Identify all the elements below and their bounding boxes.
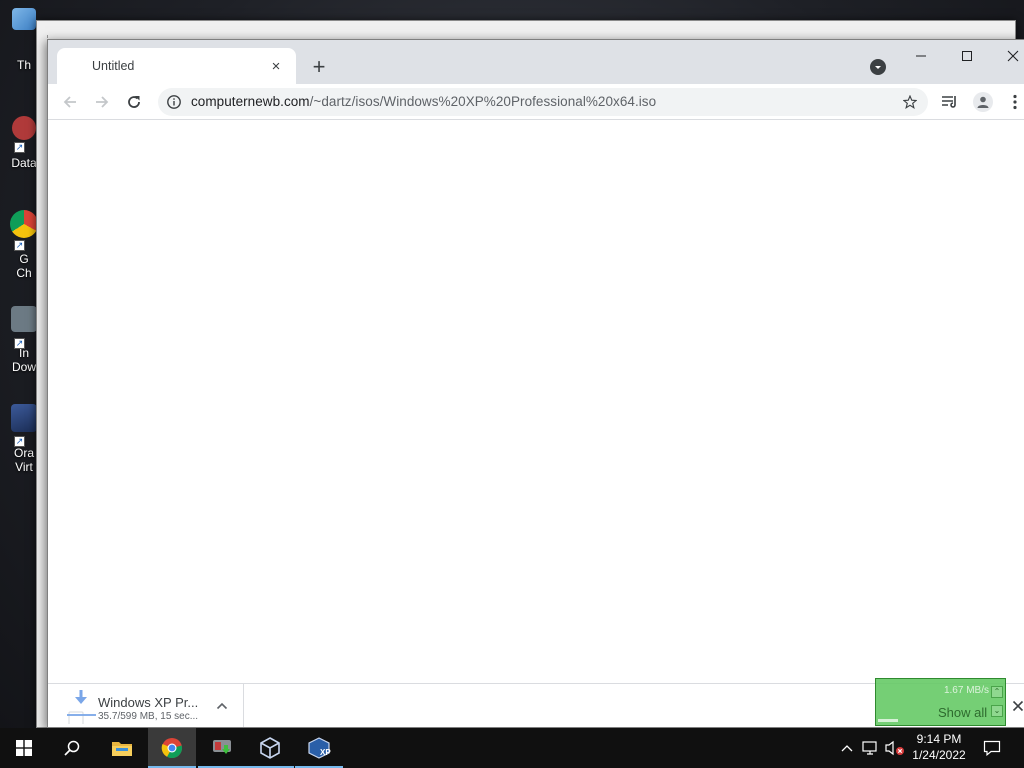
more-vertical-icon — [1013, 94, 1017, 110]
tab-close-button[interactable]: × — [266, 56, 286, 76]
recycle-bin-icon — [12, 8, 36, 30]
shortcut-arrow-icon: ↗ — [14, 240, 25, 251]
browser-toolbar: computernewb.com/~dartz/isos/Windows%20X… — [48, 84, 1024, 120]
download-status: 35.7/599 MB, 15 sec... — [98, 711, 199, 722]
internet-download-manager-icon — [213, 740, 231, 754]
tab-untitled[interactable]: Untitled × — [57, 48, 296, 84]
action-center-button[interactable] — [978, 728, 1006, 768]
taskbar-chrome[interactable] — [148, 728, 196, 768]
google-chrome-icon — [161, 738, 183, 759]
person-icon — [977, 96, 989, 108]
search-icon — [64, 740, 80, 756]
internet-download-manager-icon — [11, 306, 37, 332]
shortcut-arrow-icon: ↗ — [14, 142, 25, 153]
profile-button[interactable] — [969, 88, 997, 116]
tab-search-button[interactable] — [870, 59, 886, 75]
shortcut-arrow-icon: ↗ — [14, 338, 25, 349]
url-text: computernewb.com/~dartz/isos/Windows%20X… — [191, 94, 656, 109]
minimize-button[interactable] — [898, 40, 944, 72]
taskbar-virtualbox[interactable] — [246, 728, 294, 768]
reading-list-icon — [942, 96, 956, 108]
taskbar: XP 9:14 PM 1/24/2022 — [0, 728, 1024, 768]
widget-arrow-icon[interactable]: ⌄ — [991, 705, 1003, 717]
close-icon — [1012, 700, 1024, 712]
address-bar[interactable]: computernewb.com/~dartz/isos/Windows%20X… — [158, 88, 928, 116]
taskbar-internet-download-manager[interactable] — [198, 728, 246, 768]
avatar — [973, 92, 993, 112]
taskbar-windows-xp-vm[interactable]: XP — [295, 728, 343, 768]
arrow-right-icon — [96, 96, 109, 108]
oracle-virtualbox-icon — [260, 737, 280, 759]
tab-strip: Untitled × + — [48, 40, 1024, 84]
reading-list-button[interactable] — [936, 88, 964, 116]
download-progress-icon — [66, 690, 99, 727]
maximize-button[interactable] — [944, 40, 990, 72]
search-button[interactable] — [48, 728, 96, 768]
clock-time: 9:14 PM — [916, 732, 962, 746]
notification-icon — [983, 740, 1001, 756]
download-item[interactable]: Windows XP Pr... 35.7/599 MB, 15 sec... — [48, 684, 244, 727]
page-content[interactable] — [48, 121, 1024, 683]
download-speed: 1.67 MB/s — [943, 685, 989, 696]
url-host: computernewb.com — [191, 94, 310, 109]
taskbar-file-explorer[interactable] — [98, 728, 146, 768]
show-hidden-icons-button[interactable] — [838, 728, 856, 768]
chevron-down-icon — [875, 66, 881, 69]
oracle-virtualbox-icon — [11, 404, 37, 432]
chevron-up-icon — [841, 745, 853, 752]
clock-date: 1/24/2022 — [912, 748, 966, 762]
volume-button[interactable] — [884, 728, 906, 768]
browser-menu-button[interactable] — [1001, 88, 1024, 116]
chevron-up-icon — [216, 702, 228, 710]
back-button[interactable] — [56, 88, 84, 116]
widget-progress-bar — [878, 719, 898, 722]
bookmark-star-icon[interactable] — [903, 95, 917, 109]
network-status-button[interactable] — [860, 728, 882, 768]
close-window-button[interactable] — [990, 40, 1024, 72]
close-download-shelf-button[interactable] — [1010, 698, 1024, 714]
volume-muted-icon — [885, 740, 904, 756]
minimize-icon — [916, 55, 926, 57]
forward-button[interactable] — [88, 88, 116, 116]
tab-title: Untitled — [92, 59, 135, 73]
close-icon — [1007, 50, 1019, 62]
new-tab-button[interactable]: + — [307, 54, 331, 79]
show-all-downloads-link[interactable]: Show all — [938, 705, 987, 720]
download-options-button[interactable] — [214, 698, 230, 714]
widget-arrow-icon[interactable]: ⌃ — [991, 686, 1003, 698]
download-filename: Windows XP Pr... — [98, 695, 199, 710]
url-path: /~dartz/isos/Windows%20XP%20Professional… — [309, 94, 657, 109]
google-chrome-icon — [10, 210, 38, 238]
browser-window: Untitled × + computernewb.com/~dartz/iso… — [47, 39, 1024, 728]
windows-xp-vm-icon: XP — [308, 737, 331, 759]
file-icon — [68, 711, 84, 727]
windows-logo-icon — [16, 740, 32, 756]
network-icon — [862, 741, 877, 755]
reload-icon — [128, 96, 140, 108]
database-app-icon — [12, 116, 36, 140]
reload-button[interactable] — [120, 88, 148, 116]
shortcut-arrow-icon: ↗ — [14, 436, 25, 447]
info-icon[interactable] — [166, 94, 182, 110]
folder-icon — [112, 742, 132, 756]
maximize-icon — [962, 51, 972, 61]
system-clock[interactable]: 9:14 PM 1/24/2022 — [905, 731, 973, 763]
svg-text:XP: XP — [320, 748, 331, 757]
start-button[interactable] — [0, 728, 48, 768]
download-speed-widget[interactable]: 1.67 MB/s Show all ⌃ ⌄ — [875, 678, 1006, 726]
arrow-left-icon — [63, 96, 76, 108]
